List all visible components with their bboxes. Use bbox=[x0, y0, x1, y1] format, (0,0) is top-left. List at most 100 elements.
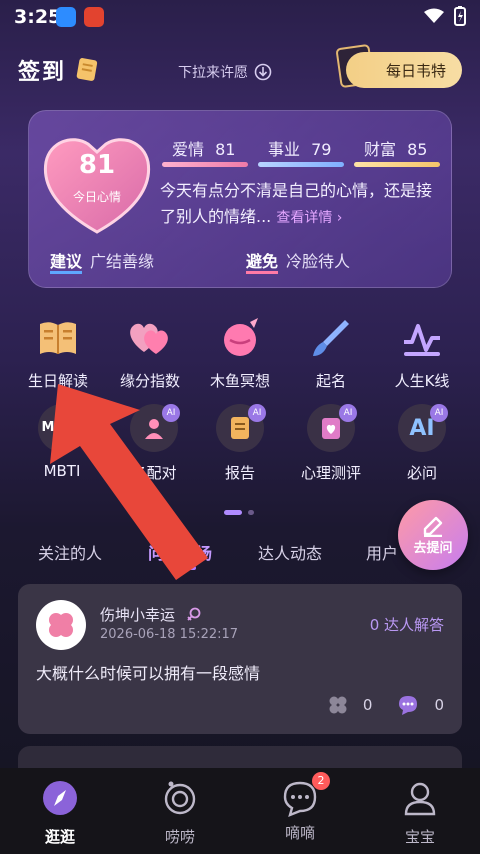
book-icon bbox=[32, 312, 84, 364]
feature-must-ask[interactable]: AI AI 必问 bbox=[376, 404, 468, 483]
app-notification-icon bbox=[84, 7, 104, 27]
nav-label: 宝宝 bbox=[404, 828, 435, 846]
expert-answers-count[interactable]: 0 达人解答 bbox=[370, 614, 444, 635]
feature-label: 名配对 bbox=[131, 464, 177, 482]
nav-browse[interactable]: 逛逛 bbox=[0, 778, 120, 847]
daily-tarot-label: 每日韦特 bbox=[386, 61, 447, 80]
metric-wealth: 财富 85 bbox=[364, 136, 427, 160]
metric-love: 爱情 81 bbox=[172, 136, 235, 160]
heart-icon bbox=[43, 138, 151, 234]
post-stats: 0 0 bbox=[327, 694, 444, 716]
nav-label: 嘀嘀 bbox=[284, 824, 315, 842]
comment-icon[interactable] bbox=[396, 694, 420, 716]
feature-mbti[interactable]: MB TI MBTI bbox=[16, 404, 108, 480]
metric-wealth-label: 财富 bbox=[364, 140, 397, 159]
mbti-icon: MB TI bbox=[36, 404, 88, 456]
feature-label: 必问 bbox=[406, 464, 437, 482]
metric-love-label: 爱情 bbox=[172, 140, 205, 159]
ask-question-button[interactable]: 去提问 bbox=[398, 500, 468, 570]
ai-badge: AI bbox=[339, 404, 357, 422]
mbti-icon-bg: MB TI bbox=[38, 404, 86, 452]
status-indicators bbox=[424, 6, 466, 26]
like-count: 0 bbox=[362, 696, 373, 714]
metric-love-bar bbox=[162, 162, 248, 167]
feature-fate-index[interactable]: 缘分指数 bbox=[104, 312, 196, 391]
metric-career-bar bbox=[258, 162, 344, 167]
view-detail-link[interactable]: 查看详情 › bbox=[276, 210, 342, 226]
status-time: 3:25 bbox=[14, 6, 62, 28]
unread-badge: 2 bbox=[312, 772, 330, 790]
wifi-icon bbox=[424, 8, 444, 23]
avoid-title: 避免 bbox=[246, 252, 279, 274]
pager-dot bbox=[248, 510, 254, 515]
tab-qa-square[interactable]: 问答广场 bbox=[148, 540, 212, 564]
metric-career-label: 事业 bbox=[268, 140, 301, 159]
daily-tarot-button[interactable]: 每日韦特 bbox=[346, 52, 462, 88]
nav-label: 逛逛 bbox=[44, 828, 75, 846]
brush-icon bbox=[305, 312, 357, 364]
feature-birthday-reading[interactable]: 生日解读 bbox=[12, 312, 104, 391]
tab-following[interactable]: 关注的人 bbox=[38, 540, 102, 564]
notebook-icon[interactable] bbox=[74, 56, 100, 86]
ai-badge: AI bbox=[430, 404, 448, 422]
avoid-row: 避免 冷脸待人 bbox=[246, 248, 351, 274]
female-icon bbox=[187, 607, 201, 621]
ai-icon-text: AI bbox=[409, 415, 435, 441]
arrow-down-circle-icon bbox=[254, 63, 272, 81]
advice-title: 建议 bbox=[50, 252, 83, 274]
metric-career-value: 79 bbox=[311, 140, 332, 159]
feature-life-kline[interactable]: 人生K线 bbox=[376, 312, 468, 391]
post-username-text: 伤坤小幸运 bbox=[100, 606, 176, 624]
post-username[interactable]: 伤坤小幸运 bbox=[100, 604, 202, 625]
metric-career: 事业 79 bbox=[268, 136, 331, 160]
pager-dot-active bbox=[224, 510, 242, 515]
ai-badge: AI bbox=[162, 404, 180, 422]
feature-naming[interactable]: 起名 bbox=[285, 312, 377, 391]
feature-wooden-fish[interactable]: 木鱼冥想 bbox=[194, 312, 286, 391]
feature-label: 起名 bbox=[315, 372, 346, 390]
feature-label: 人生K线 bbox=[394, 372, 450, 390]
pull-hint-label: 下拉来许愿 bbox=[178, 65, 248, 81]
nav-profile[interactable]: 宝宝 bbox=[360, 778, 480, 847]
battery-icon bbox=[454, 6, 466, 26]
status-bar: 3:25 bbox=[0, 0, 480, 34]
advice-text: 广结善缘 bbox=[90, 252, 155, 271]
compass-icon bbox=[43, 781, 77, 815]
wooden-fish-icon bbox=[214, 312, 266, 364]
mood-heart: 81 今日心情 bbox=[38, 128, 156, 240]
feature-report[interactable]: AI 报告 bbox=[194, 404, 286, 483]
tab-expert-feed[interactable]: 达人动态 bbox=[258, 540, 322, 564]
pair-icon: AI bbox=[128, 404, 180, 456]
bubble-icon bbox=[164, 781, 196, 815]
user-icon bbox=[404, 782, 436, 816]
tab-users[interactable]: 用户 bbox=[366, 540, 398, 564]
ai-badge: AI bbox=[248, 404, 266, 422]
kline-icon bbox=[396, 312, 448, 364]
nav-messages[interactable]: 2 嘀嘀 bbox=[240, 772, 360, 843]
comment-count: 0 bbox=[434, 696, 444, 714]
question-text[interactable]: 大概什么时候可以拥有一段感情 bbox=[36, 660, 260, 684]
feature-psych-test[interactable]: AI 心理测评 bbox=[285, 404, 377, 483]
mood-score: 81 bbox=[78, 150, 116, 180]
nav-label: 唠唠 bbox=[164, 828, 195, 846]
feature-name-pairing[interactable]: AI 名配对 bbox=[108, 404, 200, 483]
avatar[interactable] bbox=[36, 600, 86, 650]
download-icon bbox=[56, 7, 76, 27]
active-tab-indicator bbox=[178, 566, 196, 570]
metric-love-value: 81 bbox=[215, 140, 236, 159]
feature-label: 缘分指数 bbox=[119, 372, 180, 390]
feature-label: MBTI bbox=[43, 462, 81, 480]
feature-label: 生日解读 bbox=[27, 372, 88, 390]
post-timestamp: 2026-06-18 15:22:17 bbox=[100, 627, 239, 642]
hearts-icon bbox=[124, 312, 176, 364]
metric-wealth-bar bbox=[354, 162, 440, 167]
advice-row: 建议 广结善缘 bbox=[50, 248, 155, 274]
clover-icon[interactable] bbox=[327, 694, 349, 716]
pencil-icon bbox=[423, 516, 443, 537]
checkin-title[interactable]: 签到 bbox=[18, 54, 66, 86]
feature-label: 报告 bbox=[224, 464, 255, 482]
avoid-text: 冷脸待人 bbox=[286, 252, 351, 271]
nav-chat[interactable]: 唠唠 bbox=[120, 778, 240, 847]
pull-to-wish-hint[interactable]: 下拉来许愿 bbox=[178, 62, 272, 82]
mood-score-label: 今日心情 bbox=[72, 190, 121, 204]
